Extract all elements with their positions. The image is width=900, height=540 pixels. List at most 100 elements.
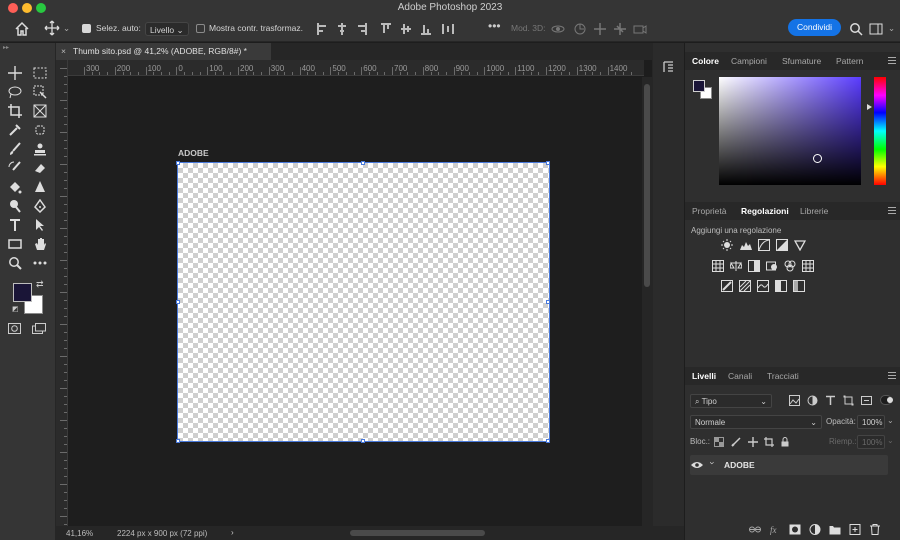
camera-3d-icon[interactable] — [633, 22, 647, 36]
lock-pixels-icon[interactable] — [731, 437, 741, 447]
link-layers-icon[interactable] — [749, 524, 761, 535]
transform-handle[interactable] — [176, 161, 180, 165]
transform-handle[interactable] — [546, 439, 550, 443]
more-tools[interactable] — [30, 254, 50, 272]
move-tool[interactable] — [5, 64, 25, 82]
layer-mask-icon[interactable] — [789, 524, 801, 535]
drag-3d-icon[interactable] — [593, 22, 607, 36]
filter-pixel-icon[interactable] — [789, 395, 800, 406]
dodge-tool[interactable] — [5, 197, 25, 215]
align-right-icon[interactable] — [356, 22, 368, 36]
zoom-level[interactable]: 41,16% — [66, 529, 93, 538]
slide-3d-icon[interactable] — [613, 22, 627, 36]
align-top-icon[interactable] — [380, 22, 392, 36]
tab-librerie[interactable]: Librerie — [800, 206, 828, 216]
align-middle-icon[interactable] — [400, 22, 412, 36]
filter-smart-object-icon[interactable] — [861, 395, 872, 406]
close-tab-icon[interactable]: × — [61, 46, 66, 56]
threshold-icon[interactable] — [757, 280, 769, 292]
hue-slider-marker[interactable] — [867, 104, 872, 110]
invert-icon[interactable] — [721, 280, 733, 292]
artboard-canvas[interactable] — [177, 162, 550, 442]
paint-bucket-tool[interactable] — [5, 178, 25, 196]
selective-color-icon[interactable] — [793, 280, 805, 292]
vertical-ruler[interactable] — [56, 60, 68, 526]
eye-visibility-icon[interactable] — [691, 461, 703, 469]
eraser-tool[interactable] — [30, 159, 50, 177]
black-white-icon[interactable] — [748, 260, 760, 272]
pen-tool[interactable] — [30, 197, 50, 215]
more-options-icon[interactable]: ••• — [488, 19, 501, 33]
quick-mask-icon[interactable] — [8, 323, 21, 334]
tab-pattern[interactable]: Pattern — [836, 56, 863, 66]
align-left-icon[interactable] — [316, 22, 328, 36]
object-select-tool[interactable] — [30, 83, 50, 101]
hand-tool[interactable] — [30, 235, 50, 253]
adjustments-panel-menu-icon[interactable] — [888, 207, 896, 214]
new-layer-icon[interactable] — [849, 524, 861, 535]
default-colors-icon[interactable]: ◩ — [12, 305, 19, 313]
vertical-scroll-thumb[interactable] — [644, 84, 650, 287]
tab-proprieta[interactable]: Proprietà — [692, 206, 727, 216]
swap-colors-icon[interactable]: ⇄ — [36, 279, 44, 290]
color-panel-menu-icon[interactable] — [888, 57, 896, 64]
document-tab[interactable]: × Thumb sito.psd @ 41,2% (ADOBE, RGB/8#)… — [56, 43, 271, 60]
transform-handle[interactable] — [176, 439, 180, 443]
horizontal-ruler[interactable]: 300 200 100 0 100 200 300 400 500 600 700 800 900 100… — [68, 60, 644, 76]
channel-mixer-icon[interactable] — [784, 260, 796, 272]
tab-tracciati[interactable]: Tracciati — [767, 371, 799, 381]
layer-row[interactable] — [690, 455, 888, 475]
eyedropper-tool[interactable] — [5, 121, 25, 139]
color-picker-field[interactable] — [719, 77, 861, 185]
transform-handle[interactable] — [546, 300, 550, 304]
filter-type-icon[interactable] — [825, 395, 836, 406]
filter-shape-icon[interactable] — [843, 395, 854, 406]
tab-livelli[interactable]: Livelli — [692, 371, 716, 381]
fill-input[interactable]: 100% — [857, 435, 885, 449]
path-select-tool[interactable] — [30, 216, 50, 234]
layer-name[interactable]: ADOBE — [724, 460, 755, 470]
type-tool[interactable] — [5, 216, 25, 234]
auto-select-checkbox[interactable] — [82, 24, 91, 33]
hue-slider[interactable] — [874, 77, 886, 185]
brush-tool[interactable] — [5, 140, 25, 158]
posterize-icon[interactable] — [739, 280, 751, 292]
distribute-icon[interactable] — [442, 22, 454, 36]
opacity-input[interactable]: 100% — [857, 415, 885, 429]
layer-expand-chevron-icon[interactable]: › — [708, 462, 718, 465]
photo-filter-icon[interactable] — [766, 260, 778, 272]
foreground-color-swatch[interactable] — [13, 283, 32, 302]
lasso-tool[interactable] — [5, 83, 25, 101]
filter-adjustment-icon[interactable] — [807, 395, 818, 406]
vibrance-icon[interactable] — [794, 239, 806, 251]
layer-filter-select[interactable]: ⌕ Tipo ⌄ — [690, 394, 772, 408]
opacity-chevron-icon[interactable]: ⌄ — [887, 416, 894, 425]
tab-colore[interactable]: Colore — [692, 56, 719, 66]
screen-mode-icon[interactable] — [32, 323, 46, 334]
color-picker-cursor[interactable] — [813, 154, 822, 163]
lock-position-icon[interactable] — [748, 437, 758, 447]
sharpen-tool[interactable] — [30, 178, 50, 196]
share-button[interactable]: Condividi — [788, 19, 841, 36]
exposure-icon[interactable] — [776, 239, 788, 251]
zoom-tool[interactable] — [5, 254, 25, 272]
transform-handle[interactable] — [361, 161, 365, 165]
color-lookup-icon[interactable] — [802, 260, 814, 272]
curves-icon[interactable] — [758, 239, 770, 251]
delete-layer-icon[interactable] — [869, 524, 881, 535]
filter-toggle[interactable] — [880, 395, 893, 405]
align-bottom-icon[interactable] — [420, 22, 432, 36]
tab-sfumature[interactable]: Sfumature — [782, 56, 821, 66]
blend-mode-select[interactable]: Normale ⌄ — [690, 415, 822, 429]
hue-saturation-icon[interactable] — [712, 260, 724, 272]
tab-campioni[interactable]: Campioni — [731, 56, 767, 66]
auto-select-dropdown[interactable]: Livello ⌄ — [145, 22, 189, 36]
gradient-map-icon[interactable] — [775, 280, 787, 292]
workspace-chevron-icon[interactable]: ⌄ — [888, 23, 895, 34]
marquee-tool[interactable] — [30, 64, 50, 82]
lock-artboard-icon[interactable] — [764, 437, 774, 447]
transform-handle[interactable] — [176, 300, 180, 304]
panel-foreground-swatch[interactable] — [693, 80, 705, 92]
lock-transparency-icon[interactable] — [714, 437, 724, 447]
rectangle-tool[interactable] — [5, 235, 25, 253]
